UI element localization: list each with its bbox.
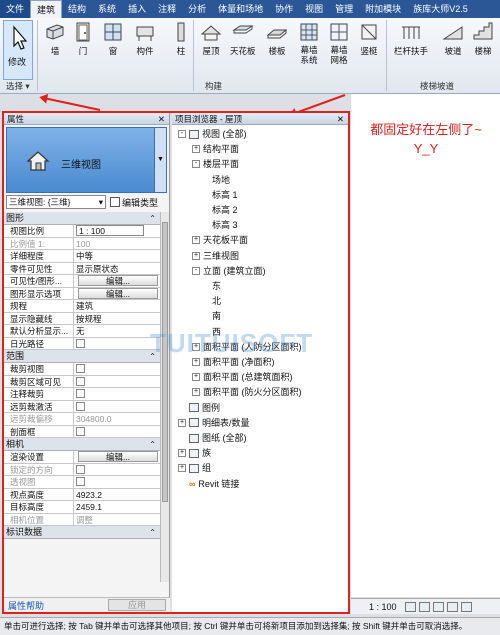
column-icon [177,22,185,42]
tab-10[interactable]: 管理 [329,0,359,18]
tab-11[interactable]: 附加模块 [359,0,407,18]
drawing-area[interactable] [351,94,500,597]
mullion-icon [361,24,377,40]
component-button[interactable]: 构件 [134,21,156,57]
roof-button[interactable]: 屋顶 [200,21,222,57]
tab-0[interactable]: 文件 [0,0,31,18]
curtain-system-button[interactable]: 幕墙 系统 [298,21,320,65]
mullion-label: 竖梃 [360,46,378,56]
tab-5[interactable]: 注释 [152,0,182,18]
ceiling-button[interactable]: 天花板 [230,21,256,57]
modify-label: 修改 [8,57,27,67]
modify-button[interactable]: 修改 [3,20,33,80]
circulation-group-label: 楼梯坡道 [420,81,455,91]
view-control-bar: 1 : 100 [351,598,500,614]
revit-window: { "ribbon": { "tabs": ["文件","建筑","结构","系… [0,0,500,635]
floor-icon [266,29,288,39]
roof-label: 屋顶 [202,46,220,56]
cursor-icon [13,25,28,50]
component-icon [136,26,154,41]
tab-9[interactable]: 视图 [299,0,329,18]
tab-4[interactable]: 插入 [122,0,152,18]
ramp-button[interactable]: 坡道 [442,21,464,57]
floor-button[interactable]: 楼板 [266,21,288,57]
annotation-red-frame [2,111,350,614]
ribbon-tab-bar: 文件 建筑 结构 系统 插入 注释 分析 体量和场地 协作 视图 管理 附加模块 族库大师V2.5 [0,0,500,18]
railing-button[interactable]: 栏杆扶手 [394,21,428,57]
curtain-system-label: 幕墙 系统 [300,45,318,65]
door-label: 门 [78,46,88,56]
curtain-grid-label: 幕墙 网格 [330,45,348,65]
view-scale[interactable]: 1 : 100 [369,602,397,612]
tab-6[interactable]: 分析 [182,0,212,18]
tab-12[interactable]: 族库大师V2.5 [407,0,474,18]
annotation-arrow-left [41,96,101,111]
visual-style-icon[interactable] [418,601,430,612]
curtain-system-icon [300,23,318,41]
wall-icon [46,24,64,40]
roof-icon [200,25,222,41]
annotation-note: 都固定好在左侧了~ Y_Y [370,122,482,156]
mullion-button[interactable]: 竖梃 [358,21,380,57]
door-button[interactable]: 门 [72,21,94,57]
render-icon[interactable] [460,601,472,612]
tab-3[interactable]: 系统 [92,0,122,18]
wall-button[interactable]: 墙 [44,21,66,57]
tab-1[interactable]: 建筑 [30,0,63,18]
stair-icon [473,22,493,40]
curtain-grid-icon [330,23,348,41]
window-button[interactable]: 窗 [102,21,124,57]
stair-button[interactable]: 楼梯 [472,21,494,57]
column-button[interactable]: 柱 [170,21,192,57]
door-icon [76,22,90,42]
railing-icon [402,26,420,39]
curtain-grid-button[interactable]: 幕墙 网格 [328,21,350,65]
window-icon [104,23,122,41]
tab-2[interactable]: 结构 [62,0,92,18]
stair-label: 楼梯 [474,46,492,56]
wall-label: 墙 [50,46,60,56]
detail-level-icon[interactable] [404,601,416,612]
tab-8[interactable]: 协作 [269,0,299,18]
ceiling-icon [232,25,254,34]
component-label: 构件 [136,46,154,56]
shadows-icon[interactable] [446,601,458,612]
floor-label: 楼板 [268,46,286,56]
sun-path-icon[interactable] [432,601,444,612]
column-label: 柱 [176,46,186,56]
tab-7[interactable]: 体量和场地 [212,0,269,18]
ramp-icon [442,26,463,40]
ceiling-label: 天花板 [230,46,256,56]
status-bar: 单击可进行选择; 按 Tab 键并单击可选择其他项目; 按 Ctrl 键并单击可… [0,617,500,635]
railing-label: 栏杆扶手 [394,46,429,56]
window-label: 窗 [108,46,118,56]
ribbon-panel: 修改 选择 ▾ 墙 门 窗 构件 柱 屋顶 天花板 楼板 幕墙 系统 幕墙 网格 [0,18,500,94]
ramp-label: 坡道 [444,46,462,56]
build-group-label: 构建 [205,81,223,91]
select-group-label: 选择 ▾ [6,81,30,91]
